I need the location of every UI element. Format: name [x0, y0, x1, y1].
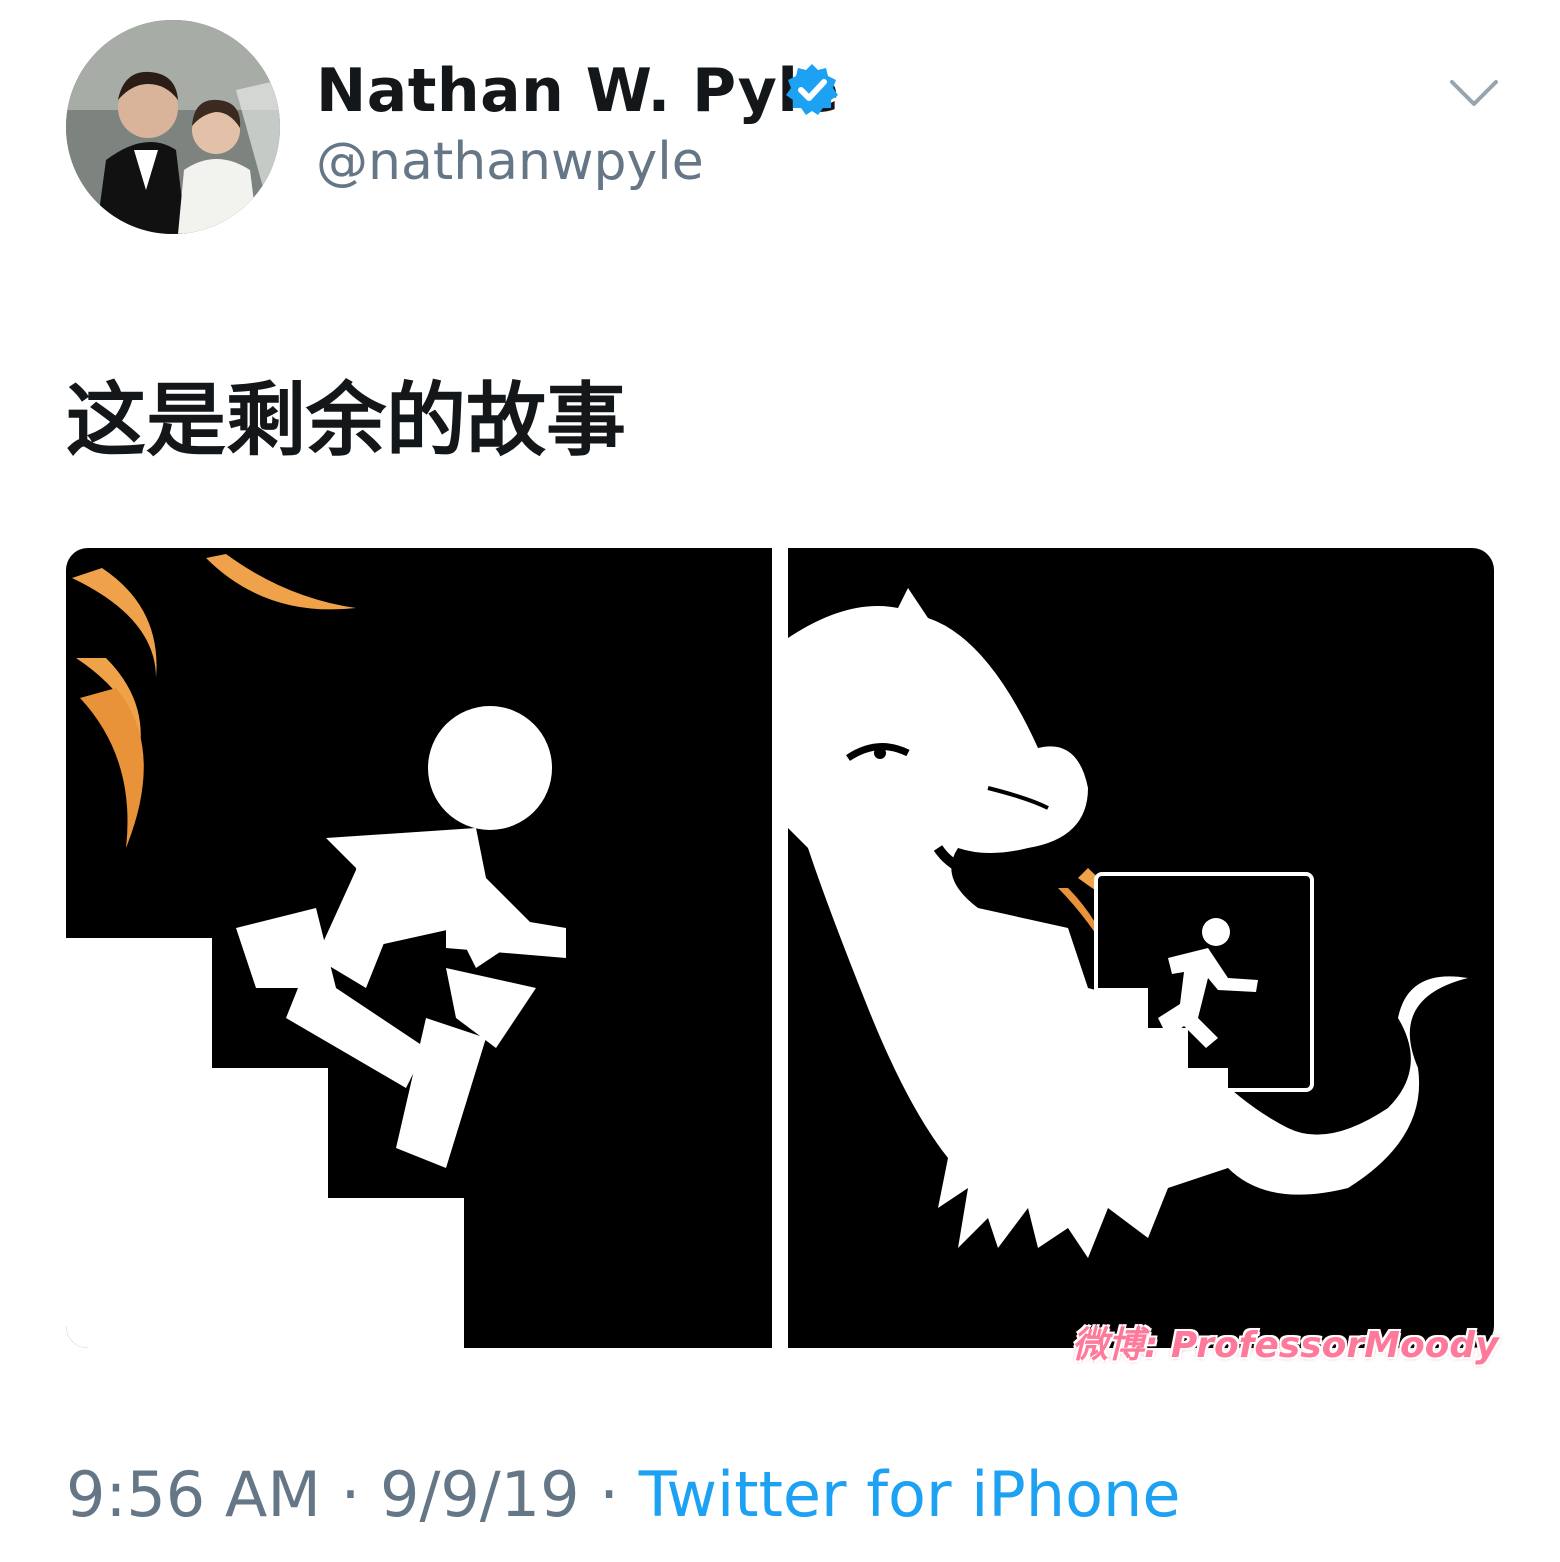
tweet-media[interactable]: [66, 548, 1494, 1348]
meta-separator: ·: [340, 1458, 361, 1531]
author-handle[interactable]: @nathanwpyle: [316, 132, 704, 192]
avatar[interactable]: [66, 20, 280, 234]
verified-check-icon: [786, 64, 838, 115]
tweet-source-link[interactable]: Twitter for iPhone: [639, 1458, 1181, 1531]
tweet-meta: 9:56 AM · 9/9/19 · Twitter for iPhone: [66, 1458, 1180, 1531]
author-name[interactable]: Nathan W. Pyle: [316, 56, 840, 126]
chevron-down-icon[interactable]: [1446, 70, 1502, 118]
meta-separator: ·: [599, 1458, 619, 1531]
tweet-date[interactable]: 9/9/19: [380, 1458, 580, 1531]
media-image-right[interactable]: [788, 548, 1494, 1348]
tweet-time[interactable]: 9:56 AM: [66, 1458, 321, 1531]
watermark: 微博: ProfessorMoody: [1072, 1325, 1499, 1366]
tweet-text: 这是剩余的故事: [66, 374, 626, 467]
media-image-left[interactable]: [66, 548, 772, 1348]
